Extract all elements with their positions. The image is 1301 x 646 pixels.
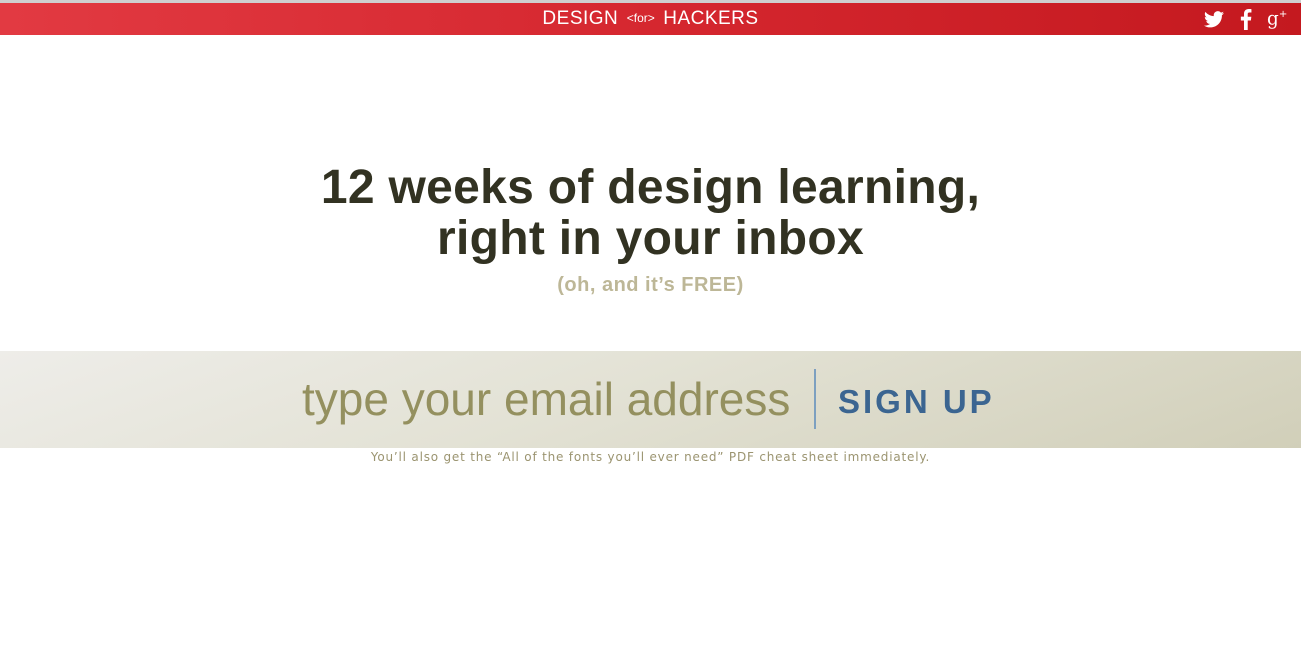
site-logo[interactable]: DESIGN <for> HACKERS: [0, 8, 1301, 31]
signup-row: SIGN UP: [298, 369, 995, 429]
cheat-sheet-note: You’ll also get the “All of the fonts yo…: [370, 450, 931, 464]
headline-line-2: right in your inbox: [436, 212, 864, 265]
hero-section: 12 weeks of design learning, right in yo…: [0, 162, 1301, 297]
headline-line-1: 12 weeks of design learning,: [320, 161, 981, 214]
sign-up-button[interactable]: SIGN UP: [816, 383, 995, 421]
google-plus-icon[interactable]: g +: [1267, 9, 1289, 30]
twitter-icon[interactable]: [1203, 9, 1225, 29]
svg-text:g: g: [1267, 9, 1279, 30]
site-header: DESIGN <for> HACKERS g +: [0, 3, 1301, 35]
email-input[interactable]: [298, 369, 804, 429]
free-subhead: (oh, and it’s FREE): [557, 274, 744, 296]
page-headline: 12 weeks of design learning, right in yo…: [0, 162, 1301, 264]
logo-for-text: <for>: [626, 11, 655, 25]
logo-design-text: DESIGN: [542, 8, 619, 29]
signup-form: SIGN UP: [0, 351, 1301, 448]
facebook-icon[interactable]: [1235, 8, 1257, 30]
logo-hackers-text: HACKERS: [663, 8, 759, 29]
social-links: g +: [1203, 8, 1289, 30]
svg-text:+: +: [1279, 9, 1287, 20]
